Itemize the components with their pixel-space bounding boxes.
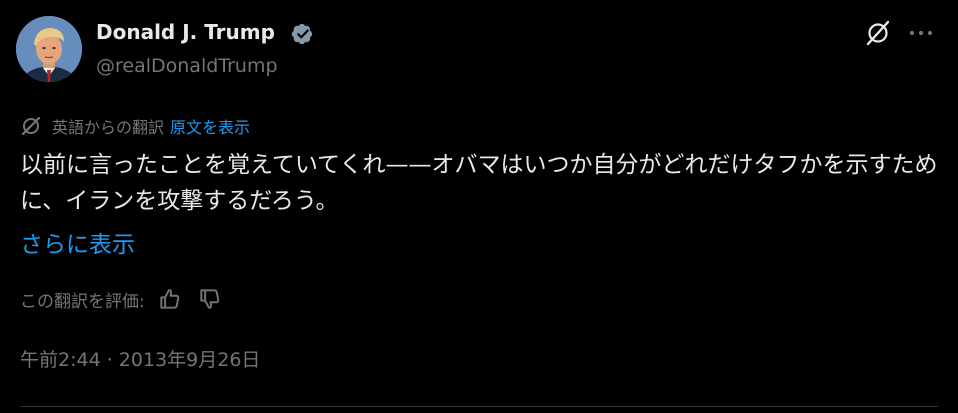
rate-translation-label: この翻訳を評価: <box>20 291 145 312</box>
translate-icon <box>21 116 41 136</box>
tweet-card: Donald J. Trump @realDonaldTrump 英語からの翻訳… <box>0 0 958 413</box>
translated-from-label: 英語からの翻訳 <box>52 118 165 137</box>
grok-icon[interactable] <box>864 19 892 47</box>
rate-translation: この翻訳を評価: <box>20 285 237 313</box>
author-display-name[interactable]: Donald J. Trump <box>96 20 275 44</box>
profile-photo-icon <box>16 16 82 82</box>
divider <box>20 406 938 407</box>
avatar[interactable] <box>16 16 82 82</box>
show-original-link[interactable]: 原文を表示 <box>170 114 250 138</box>
show-more-link[interactable]: さらに表示 <box>20 227 135 263</box>
translation-notice: 英語からの翻訳 原文を表示 <box>20 114 250 138</box>
verified-badge-icon <box>291 23 313 45</box>
thumbs-up-icon[interactable] <box>157 286 183 312</box>
author-handle[interactable]: @realDonaldTrump <box>96 55 278 77</box>
thumbs-down-icon[interactable] <box>197 286 223 312</box>
post-timestamp[interactable]: 午前2:44 · 2013年9月26日 <box>20 345 260 372</box>
more-dots-icon[interactable] <box>905 22 937 44</box>
post-text: 以前に言ったことを覚えていてくれ——オバマはいつか自分がどれだけタフかを示すため… <box>20 152 938 214</box>
